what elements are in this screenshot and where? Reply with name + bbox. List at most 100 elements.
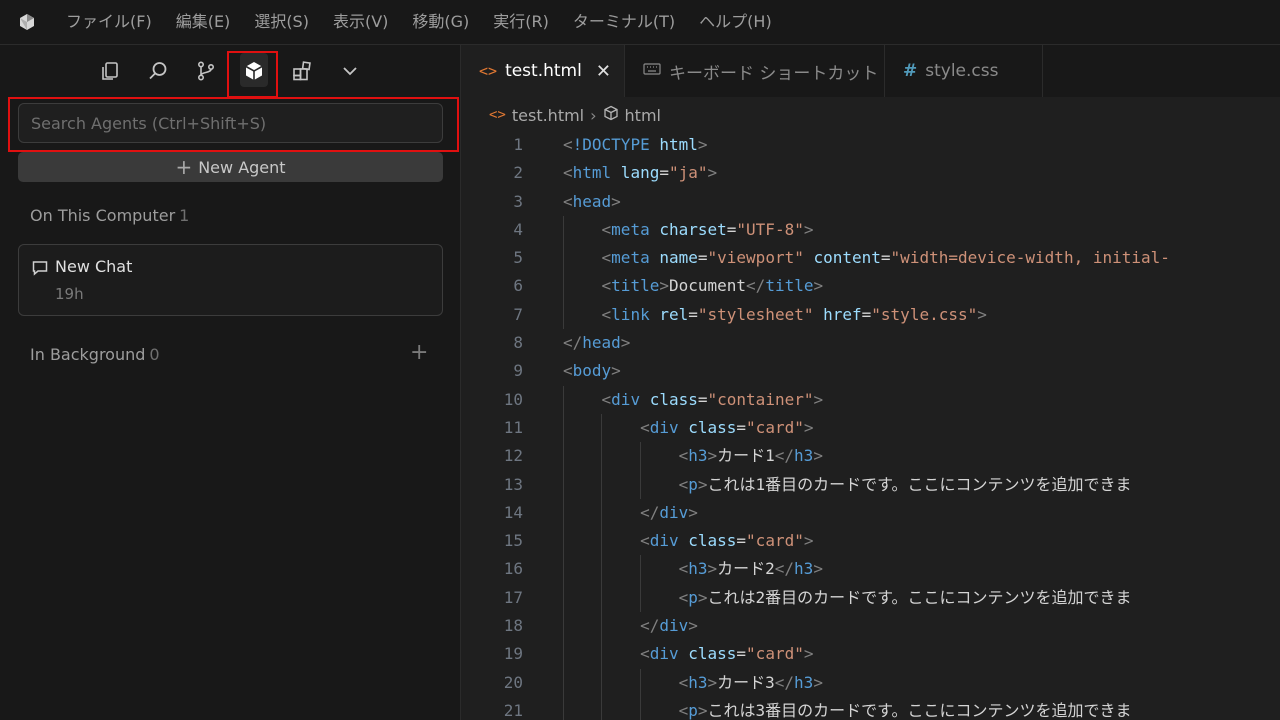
section-label: On This Computer xyxy=(30,206,176,225)
line-number: 12 xyxy=(503,446,523,466)
code-line[interactable]: 1 <!DOCTYPE html> xyxy=(461,131,1280,159)
symbol-icon xyxy=(603,105,619,125)
code-line[interactable]: 14 </div> xyxy=(461,498,1280,528)
chat-bubble-icon xyxy=(31,259,49,281)
breadcrumb-file[interactable]: test.html xyxy=(512,106,584,125)
menu-file[interactable]: ファイル(F) xyxy=(54,0,164,44)
code-line[interactable]: 18 </div> xyxy=(461,612,1280,641)
line-number: 20 xyxy=(503,672,523,692)
chevron-down-icon[interactable] xyxy=(326,45,374,97)
line-number: 21 xyxy=(503,700,523,720)
new-agent-button[interactable]: + New Agent xyxy=(18,152,443,182)
line-number: 11 xyxy=(503,417,523,437)
chat-title: New Chat xyxy=(55,257,133,276)
code-line[interactable]: 17 <p>これは2番目のカードです。ここにコンテンツを追加できま xyxy=(461,583,1280,613)
breadcrumb: <> test.html › html xyxy=(489,103,661,127)
code-line[interactable]: 4 <meta charset="UTF-8"> xyxy=(461,215,1280,245)
code-text: <h3>カード3</h3> xyxy=(678,672,823,692)
section-count: 0 xyxy=(149,345,160,364)
menu-terminal[interactable]: ターミナル(T) xyxy=(561,0,687,44)
line-number: 14 xyxy=(503,502,523,522)
code-text: <body> xyxy=(563,361,621,381)
search-agents-input[interactable] xyxy=(18,103,443,143)
add-background-agent-icon[interactable]: + xyxy=(410,342,428,364)
code-text: <meta charset="UTF-8"> xyxy=(601,219,814,239)
menu-bar: ファイル(F) 編集(E) 選択(S) 表示(V) 移動(G) 実行(R) ター… xyxy=(0,0,1280,45)
code-text: <meta name="viewport" content="width=dev… xyxy=(601,248,1170,268)
tab-keyboard-shortcuts[interactable]: キーボード ショートカット xyxy=(625,45,885,97)
code-text: <p>これは2番目のカードです。ここにコンテンツを追加できま xyxy=(678,587,1132,607)
new-agent-label: New Agent xyxy=(198,157,286,177)
line-number: 16 xyxy=(503,559,523,579)
code-text: <title>Document</title> xyxy=(601,276,824,296)
code-line[interactable]: 7 <link rel="stylesheet" href="style.css… xyxy=(461,300,1280,330)
code-line[interactable]: 19 <div class="card"> xyxy=(461,640,1280,669)
code-text: </div> xyxy=(640,616,698,636)
code-text: <head> xyxy=(563,191,621,211)
code-line[interactable]: 3 <head> xyxy=(461,188,1280,216)
line-number: 4 xyxy=(513,219,523,239)
source-control-icon[interactable] xyxy=(182,45,230,97)
extensions-icon[interactable] xyxy=(278,45,326,97)
line-number: 6 xyxy=(513,276,523,296)
chat-item[interactable]: New Chat 19h xyxy=(18,244,443,316)
code-text: </div> xyxy=(640,502,698,522)
code-text: <h3>カード2</h3> xyxy=(678,559,823,579)
code-line[interactable]: 16 <h3>カード2</h3> xyxy=(461,555,1280,584)
chevron-right-icon: › xyxy=(590,105,597,125)
editor: <> test.html ✕ キーボード ショートカット # style.css… xyxy=(461,45,1280,720)
menu-run[interactable]: 実行(R) xyxy=(481,0,561,44)
menu-edit[interactable]: 編集(E) xyxy=(164,0,243,44)
code-line[interactable]: 21 <p>これは3番目のカードです。ここにコンテンツを追加できま xyxy=(461,696,1280,720)
line-number: 5 xyxy=(513,248,523,268)
line-number: 2 xyxy=(513,163,523,183)
menu-go[interactable]: 移動(G) xyxy=(400,0,481,44)
code-line[interactable]: 13 <p>これは1番目のカードです。ここにコンテンツを追加できま xyxy=(461,470,1280,499)
code-text: <html lang="ja"> xyxy=(563,163,718,183)
code-line[interactable]: 5 <meta name="viewport" content="width=d… xyxy=(461,244,1280,273)
code-text: <div class="card"> xyxy=(640,531,814,551)
menu-view[interactable]: 表示(V) xyxy=(321,0,400,44)
tab-label: test.html xyxy=(505,61,582,81)
code-text: <h3>カード1</h3> xyxy=(678,446,823,466)
tab-style-css[interactable]: # style.css xyxy=(885,45,1043,97)
search-icon[interactable] xyxy=(134,45,182,97)
section-on-this-computer[interactable]: On This Computer 1 xyxy=(30,206,189,225)
tab-test-html[interactable]: <> test.html ✕ xyxy=(461,45,625,97)
code-line[interactable]: 2 <html lang="ja"> xyxy=(461,159,1280,187)
line-number: 10 xyxy=(503,389,523,409)
css-file-icon: # xyxy=(903,61,918,81)
code-text: <!DOCTYPE html> xyxy=(563,135,708,154)
line-number: 18 xyxy=(503,616,523,636)
explorer-icon[interactable] xyxy=(86,45,134,97)
plus-icon: + xyxy=(175,155,193,179)
keyboard-icon xyxy=(643,61,661,81)
code-area[interactable]: 1 <!DOCTYPE html> 2 <html lang="ja"> 3 <head>… xyxy=(461,131,1280,720)
html-file-icon: <> xyxy=(479,62,498,80)
code-text: <div class="card"> xyxy=(640,644,814,664)
html-file-icon: <> xyxy=(489,107,506,123)
code-line[interactable]: 20 <h3>カード3</h3> xyxy=(461,668,1280,697)
code-line[interactable]: 9 <body> xyxy=(461,357,1280,385)
code-line[interactable]: 10 <div class="container"> xyxy=(461,385,1280,414)
code-text: <p>これは1番目のカードです。ここにコンテンツを追加できま xyxy=(678,474,1132,494)
app-logo-icon[interactable] xyxy=(0,0,54,44)
sidebar: + New Agent On This Computer1 New Chat 1… xyxy=(0,45,461,720)
line-number: 15 xyxy=(503,531,523,551)
code-line[interactable]: 8 </head> xyxy=(461,329,1280,357)
menu-help[interactable]: ヘルプ(H) xyxy=(687,0,784,44)
section-in-background[interactable]: In Background 0 xyxy=(30,345,160,364)
code-line[interactable]: 11 <div class="card"> xyxy=(461,413,1280,443)
code-line[interactable]: 15 <div class="card"> xyxy=(461,527,1280,556)
breadcrumb-symbol[interactable]: html xyxy=(625,106,661,125)
code-text: </head> xyxy=(563,333,631,353)
menu-selection[interactable]: 選択(S) xyxy=(242,0,321,44)
code-text: <link rel="stylesheet" href="style.css"> xyxy=(601,304,987,324)
chat-time: 19h xyxy=(55,285,84,303)
section-label: In Background xyxy=(30,345,146,364)
line-number: 19 xyxy=(503,644,523,664)
tab-label: キーボード ショートカット xyxy=(669,63,879,84)
code-line[interactable]: 6 <title>Document</title> xyxy=(461,272,1280,301)
close-icon[interactable]: ✕ xyxy=(596,61,611,82)
code-line[interactable]: 12 <h3>カード1</h3> xyxy=(461,442,1280,471)
